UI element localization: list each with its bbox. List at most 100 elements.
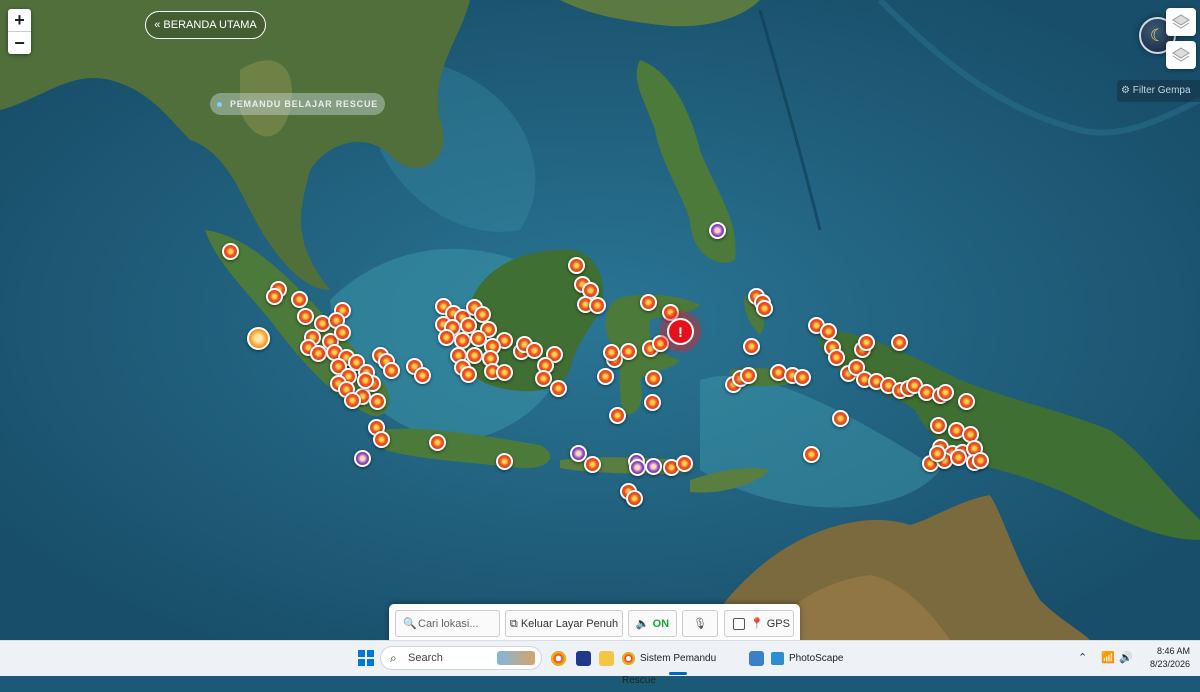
zoom-in-button[interactable]: + — [8, 9, 31, 31]
earthquake-marker[interactable] — [857, 333, 875, 351]
rescue-guide-button[interactable]: PEMANDU BELAJAR RESCUE — [210, 93, 385, 115]
fullscreen-icon: ⧉ — [509, 618, 521, 630]
taskbar-app-browser[interactable]: Sistem Pemandu Rescue — [622, 648, 740, 686]
earthquake-marker[interactable] — [333, 323, 351, 341]
earthquake-marker[interactable] — [827, 348, 845, 366]
rescue-guide-label: PEMANDU BELAJAR RESCUE — [229, 99, 379, 109]
photoshop-icon[interactable] — [576, 651, 591, 666]
chrome-icon[interactable] — [551, 651, 566, 666]
earthquake-marker[interactable] — [651, 334, 669, 352]
earthquake-marker[interactable] — [534, 369, 552, 387]
earthquake-marker[interactable] — [596, 367, 614, 385]
search-highlight-image — [497, 651, 535, 665]
earthquake-marker[interactable] — [643, 393, 661, 411]
earthquake-marker[interactable] — [588, 296, 606, 314]
earthquake-marker[interactable] — [625, 489, 643, 507]
earthquake-marker[interactable] — [890, 333, 908, 351]
location-search-input[interactable]: 🔍 Cari lokasi... — [395, 610, 500, 637]
earthquake-marker[interactable] — [639, 293, 657, 311]
earthquake-marker[interactable] — [929, 416, 947, 434]
taskbar-app-browser-label: Sistem Pemandu Rescue — [622, 653, 717, 686]
earthquake-marker[interactable] — [949, 448, 967, 466]
taskbar-search-box[interactable]: ⌕ Search — [380, 646, 542, 670]
earthquake-marker[interactable] — [290, 290, 308, 308]
filter-earthquake-button[interactable]: ⚙ Filter Gempa — [1117, 80, 1200, 102]
gps-label: GPS — [766, 618, 790, 630]
windows-taskbar: ⌕ Search Sistem Pemandu Rescue PhotoScape… — [0, 640, 1200, 686]
earthquake-marker[interactable] — [309, 344, 327, 362]
earthquake-marker[interactable] — [495, 452, 513, 470]
sound-status: ON — [652, 618, 670, 630]
taskbar-app-photoscape[interactable]: PhotoScape — [771, 648, 851, 670]
volume-icon[interactable]: 🔊 — [1119, 651, 1133, 664]
earthquake-marker[interactable] — [742, 337, 760, 355]
earthquake-marker[interactable] — [583, 455, 601, 473]
earthquake-marker[interactable] — [567, 256, 585, 274]
gps-checkbox[interactable] — [733, 618, 745, 631]
sound-toggle[interactable]: 🔈 ON — [628, 610, 677, 637]
earthquake-marker[interactable] — [495, 363, 513, 381]
taskbar-search-label: Search — [408, 652, 443, 664]
earthquake-marker[interactable] — [473, 305, 491, 323]
map-view[interactable]: + − « BERANDA UTAMA PEMANDU BELAJAR RESC… — [0, 0, 1200, 640]
earthquake-marker[interactable] — [928, 444, 946, 462]
moon-icon: ☾ — [1149, 26, 1166, 45]
earthquake-marker[interactable] — [453, 331, 471, 349]
layers-button-secondary[interactable] — [1166, 41, 1196, 69]
earthquake-marker[interactable] — [372, 430, 390, 448]
earthquake-marker[interactable] — [356, 371, 374, 389]
search-icon: ⌕ — [390, 651, 397, 665]
earthquake-marker[interactable] — [428, 433, 446, 451]
tray-chevron-up-icon[interactable]: ⌃ — [1078, 651, 1087, 664]
earthquake-marker[interactable] — [819, 322, 837, 340]
earthquake-marker[interactable] — [644, 369, 662, 387]
taskbar-clock[interactable]: 8:46 AM 8/23/2026 — [1140, 645, 1190, 671]
earthquake-marker-deep[interactable] — [569, 444, 587, 462]
photoscape-icon — [771, 651, 784, 665]
info-dot-icon — [216, 102, 222, 108]
earthquake-marker[interactable] — [343, 391, 361, 409]
earthquake-marker[interactable] — [831, 409, 849, 427]
photos-icon[interactable] — [749, 651, 764, 666]
earthquake-marker[interactable] — [619, 342, 637, 360]
earthquake-marker[interactable] — [936, 383, 954, 401]
earthquake-marker[interactable] — [265, 287, 283, 305]
earthquake-marker[interactable] — [971, 451, 989, 469]
earthquake-marker[interactable] — [525, 341, 543, 359]
earthquake-marker-deep[interactable] — [708, 221, 726, 239]
earthquake-marker[interactable] — [602, 343, 620, 361]
earthquake-marker[interactable] — [296, 307, 314, 325]
earthquake-marker[interactable] — [413, 366, 431, 384]
alert-marker[interactable]: ! — [667, 318, 694, 345]
earthquake-marker[interactable] — [957, 392, 975, 410]
zoom-out-button[interactable]: − — [8, 31, 31, 54]
earthquake-marker-deep[interactable] — [644, 457, 662, 475]
earthquake-marker[interactable] — [793, 368, 811, 386]
home-button[interactable]: « BERANDA UTAMA — [145, 11, 266, 39]
earthquake-marker[interactable] — [368, 392, 386, 410]
earthquake-marker[interactable] — [437, 328, 455, 346]
earthquake-marker[interactable] — [549, 379, 567, 397]
taskbar-app-photoscape-label: PhotoScape — [789, 653, 844, 664]
earthquake-marker-deep[interactable] — [628, 458, 646, 476]
chrome-icon — [622, 651, 635, 665]
earthquake-marker[interactable] — [608, 406, 626, 424]
earthquake-marker-large[interactable] — [246, 326, 270, 350]
windows-start-icon[interactable] — [358, 650, 374, 666]
file-explorer-icon[interactable] — [599, 651, 614, 666]
microphone-icon: 🎙 — [693, 618, 707, 630]
earthquake-marker[interactable] — [221, 242, 239, 260]
layers-button-primary[interactable] — [1166, 8, 1196, 36]
earthquake-marker[interactable] — [675, 454, 693, 472]
earthquake-marker-deep[interactable] — [353, 449, 371, 467]
map-toolbar: 🔍 Cari lokasi... ⧉ Keluar Layar Penuh 🔈 O… — [389, 604, 800, 640]
earthquake-marker[interactable] — [755, 299, 773, 317]
gps-toggle[interactable]: 📍 GPS — [724, 610, 794, 637]
wifi-icon[interactable]: 📶 — [1101, 651, 1115, 664]
exit-fullscreen-button[interactable]: ⧉ Keluar Layar Penuh — [505, 610, 623, 637]
earthquake-marker[interactable] — [802, 445, 820, 463]
earthquake-marker[interactable] — [739, 366, 757, 384]
earthquake-marker[interactable] — [382, 361, 400, 379]
earthquake-marker[interactable] — [459, 365, 477, 383]
microphone-button[interactable]: 🎙 — [682, 610, 718, 637]
